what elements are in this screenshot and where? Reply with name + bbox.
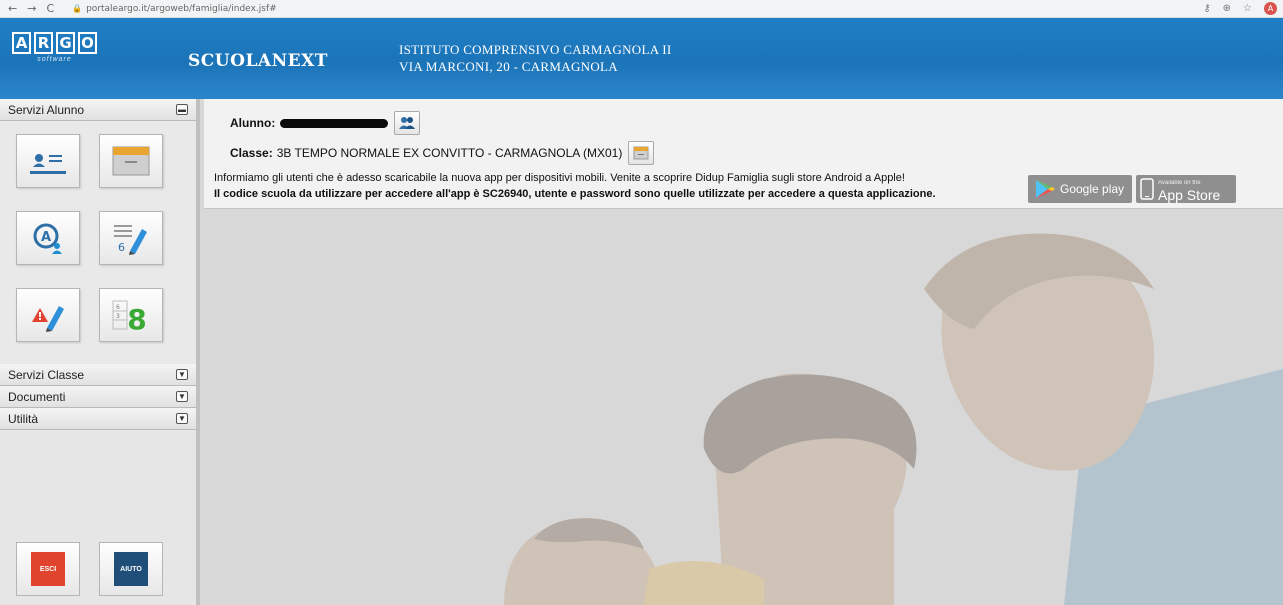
logo-letter: O <box>78 32 97 54</box>
app-announcement: Informiamo gli utenti che è adesso scari… <box>214 172 905 184</box>
class-label: Classe: <box>230 146 273 160</box>
section-utilita[interactable]: Utilità ▼ <box>0 408 196 430</box>
sidebar: Servizi Alunno ▬ A 6 6 3 8 Servizi Class… <box>0 99 200 605</box>
help-icon: AIUTO <box>114 552 148 586</box>
logo-subtitle: software <box>37 56 72 63</box>
lock-icon: 🔒 <box>72 3 83 13</box>
svg-text:8: 8 <box>127 303 146 333</box>
notes-icon <box>32 306 64 332</box>
browser-nav: ← → C <box>0 2 54 15</box>
class-value: 3B TEMPO NORMALE EX CONVITTO - CARMAGNOL… <box>276 146 623 160</box>
logo-letter: A <box>12 32 31 54</box>
star-icon[interactable]: ☆ <box>1243 3 1252 14</box>
help-button[interactable]: AIUTO <box>99 542 163 596</box>
argo-logo[interactable]: A R G O software <box>12 32 97 63</box>
section-servizi-classe[interactable]: Servizi Classe ▼ <box>0 364 196 386</box>
report-card-icon: 6 3 8 <box>112 300 147 333</box>
url-text: portaleargo.it/argoweb/famiglia/index.js… <box>86 3 277 14</box>
student-row: Alunno: <box>230 111 421 135</box>
expand-icon[interactable]: ▼ <box>176 413 188 424</box>
tile-report-card[interactable]: 6 3 8 <box>99 288 163 342</box>
servizi-alunno-tiles: A 6 6 3 8 <box>0 121 196 364</box>
school-name: ISTITUTO COMPRENSIVO CARMAGNOLA II <box>399 42 672 57</box>
svg-text:6: 6 <box>118 241 125 254</box>
student-label: Alunno: <box>230 116 276 130</box>
page-root: ← → C 🔒 portaleargo.it/argoweb/famiglia/i… <box>0 0 1283 605</box>
phone-icon <box>1140 178 1154 200</box>
back-icon[interactable]: ← <box>8 2 17 15</box>
logo-letter: R <box>34 32 53 54</box>
browser-toolbar: ← → C 🔒 portaleargo.it/argoweb/famiglia/i… <box>0 0 1283 18</box>
tile-student-card[interactable] <box>16 134 80 188</box>
absences-icon: A <box>33 223 62 254</box>
main-content: Alunno: Classe: 3B TEMPO NORMALE EX CONV… <box>204 99 1283 605</box>
class-register-button[interactable] <box>628 141 655 165</box>
svg-text:A: A <box>41 230 51 245</box>
section-label: Utilità <box>8 412 39 426</box>
school-address: VIA MARCONI, 20 - CARMAGNOLA <box>399 59 618 74</box>
svg-text:6: 6 <box>116 304 120 311</box>
grades-icon: 6 <box>114 225 147 255</box>
tile-absences[interactable]: A <box>16 211 80 265</box>
school-code-info: Il codice scuola da utilizzare per acced… <box>214 188 936 200</box>
tile-notes[interactable] <box>16 288 80 342</box>
app-header: A R G O software SCUOLANEXT ISTITUTO COM… <box>0 18 1283 99</box>
forward-icon[interactable]: → <box>27 2 36 15</box>
product-name: SCUOLANEXT <box>188 51 328 71</box>
register-icon <box>633 146 649 160</box>
svg-text:3: 3 <box>116 313 120 320</box>
logout-icon: ESCI <box>31 552 65 586</box>
section-label: Documenti <box>8 390 66 404</box>
users-icon <box>399 117 416 129</box>
section-servizi-alunno[interactable]: Servizi Alunno ▬ <box>0 99 196 121</box>
google-play-icon <box>1036 180 1055 198</box>
student-name-redacted <box>280 118 389 128</box>
address-bar[interactable]: 🔒 portaleargo.it/argoweb/famiglia/index.j… <box>72 4 277 14</box>
reload-icon[interactable]: C <box>46 2 54 15</box>
profile-avatar[interactable]: A <box>1264 2 1277 15</box>
student-info-panel: Alunno: Classe: 3B TEMPO NORMALE EX CONV… <box>204 99 1283 209</box>
register-icon <box>112 146 150 176</box>
section-label: Servizi Classe <box>8 368 85 382</box>
expand-icon[interactable]: ▼ <box>176 369 188 380</box>
student-card-icon <box>30 154 66 174</box>
class-row: Classe: 3B TEMPO NORMALE EX CONVITTO - C… <box>230 141 655 165</box>
app-store-small-text: Available on the <box>1158 180 1201 186</box>
google-play-button[interactable]: Google play <box>1028 175 1132 203</box>
school-info: ISTITUTO COMPRENSIVO CARMAGNOLA II VIA M… <box>399 41 672 75</box>
google-play-label: Google play <box>1060 182 1125 196</box>
logo-letter: G <box>56 32 75 54</box>
collapse-icon[interactable]: ▬ <box>176 104 188 115</box>
zoom-icon[interactable]: ⊕ <box>1223 3 1231 14</box>
app-store-button[interactable]: Available on the App Store <box>1136 175 1236 203</box>
section-documenti[interactable]: Documenti ▼ <box>0 386 196 408</box>
key-icon[interactable]: ⚷ <box>1203 3 1210 14</box>
expand-icon[interactable]: ▼ <box>176 391 188 402</box>
logout-button[interactable]: ESCI <box>16 542 80 596</box>
change-student-button[interactable] <box>394 111 421 135</box>
background-illustration <box>504 233 1283 605</box>
browser-actions: ⚷ ⊕ ☆ A <box>1203 2 1277 15</box>
tile-register[interactable] <box>99 134 163 188</box>
app-store-label: App Store <box>1158 187 1221 203</box>
section-label: Servizi Alunno <box>8 103 85 117</box>
tile-grades[interactable]: 6 <box>99 211 163 265</box>
